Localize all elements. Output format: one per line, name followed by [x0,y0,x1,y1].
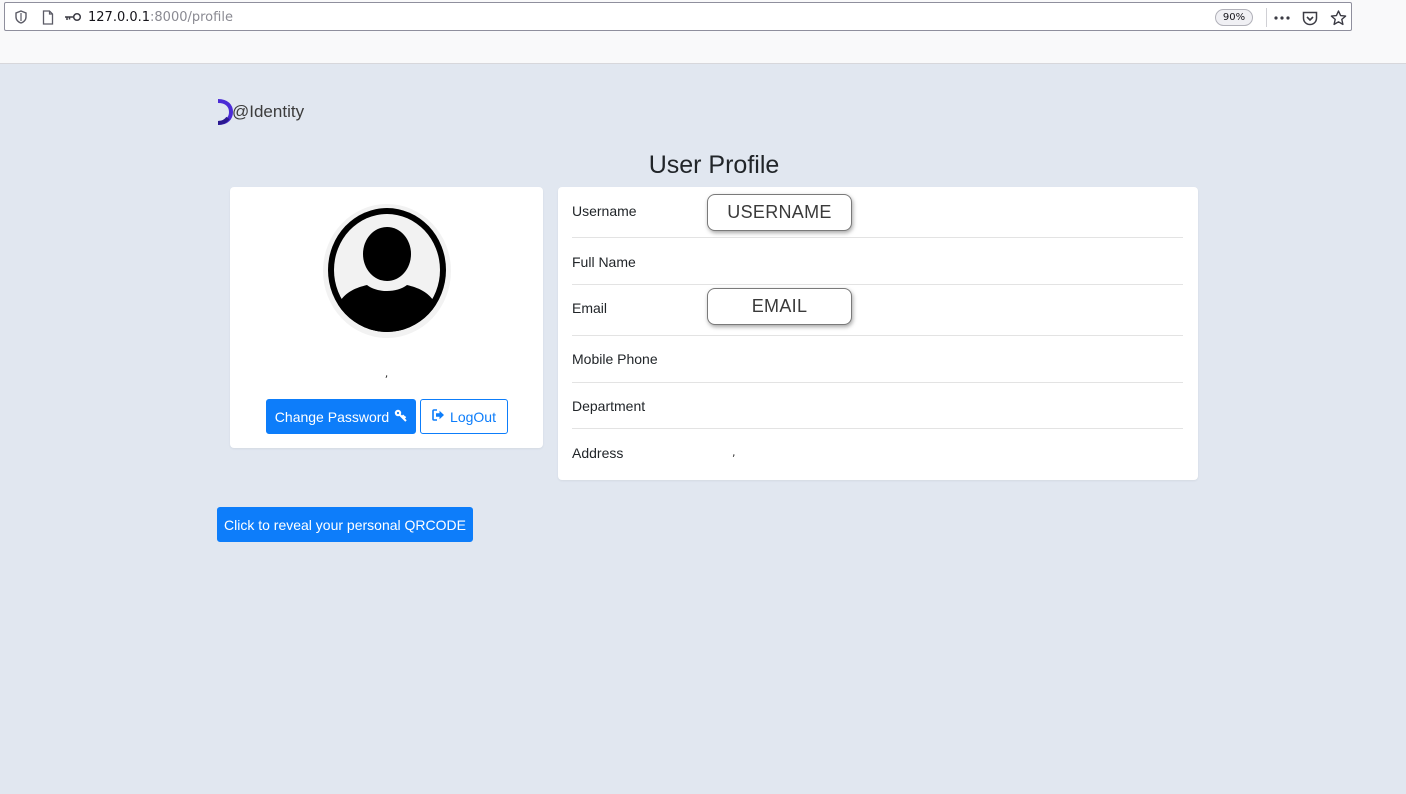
toolbar-divider [1266,8,1267,27]
username-label: Username [572,203,637,219]
reveal-qrcode-label: Click to reveal your personal QRCODE [224,516,466,533]
more-actions-icon[interactable] [1272,8,1292,28]
full-name-label: Full Name [572,254,636,270]
username-overlay-label: USERNAME [707,194,852,231]
detail-row-username: Username [572,187,1183,238]
url-text[interactable]: 127.0.0.1:8000/profile [88,10,233,25]
email-label: Email [572,300,608,316]
sign-out-icon [432,409,445,424]
key-icon [394,409,407,425]
mobile-phone-label: Mobile Phone [572,351,658,367]
logout-button[interactable]: LogOut [420,399,508,434]
email-overlay-label: EMAIL [707,288,852,325]
pocket-icon[interactable] [1300,8,1320,28]
change-password-button[interactable]: Change Password [266,399,416,434]
detail-row-address: Address , [572,429,1183,479]
profile-card: , Change Password LogOut [230,187,543,448]
detail-row-mobile-phone: Mobile Phone [572,336,1183,383]
full-name-display: , [384,367,389,380]
shield-icon[interactable] [13,9,29,25]
detail-row-email: Email [572,285,1183,336]
url-path: :8000/profile [150,10,233,25]
detail-row-full-name: Full Name [572,238,1183,285]
detail-row-department: Department [572,383,1183,429]
change-password-label: Change Password [274,408,390,425]
address-value: , [732,446,736,459]
bookmark-star-icon[interactable] [1328,8,1348,28]
department-label: Department [572,398,646,414]
page-title-text: User Profile [648,151,780,179]
avatar-icon [323,204,451,338]
logout-label: LogOut [450,408,496,425]
profile-details-card: Username Full Name Email Mobile Phone De… [558,187,1198,480]
page-title: User Profile [0,151,1406,180]
reveal-qrcode-button[interactable]: Click to reveal your personal QRCODE [217,507,473,542]
address-label: Address [572,445,624,461]
zoom-level-badge[interactable]: 90% [1215,9,1253,26]
browser-toolbar: 127.0.0.1:8000/profile 90% [0,0,1406,64]
address-bar[interactable]: 127.0.0.1:8000/profile 90% [4,2,1352,31]
url-host: 127.0.0.1 [88,10,151,25]
key-icon[interactable] [63,9,83,25]
page-icon[interactable] [40,9,56,25]
app-logo[interactable]: @Identity [216,98,304,126]
logo-text: @Identity [232,102,305,121]
